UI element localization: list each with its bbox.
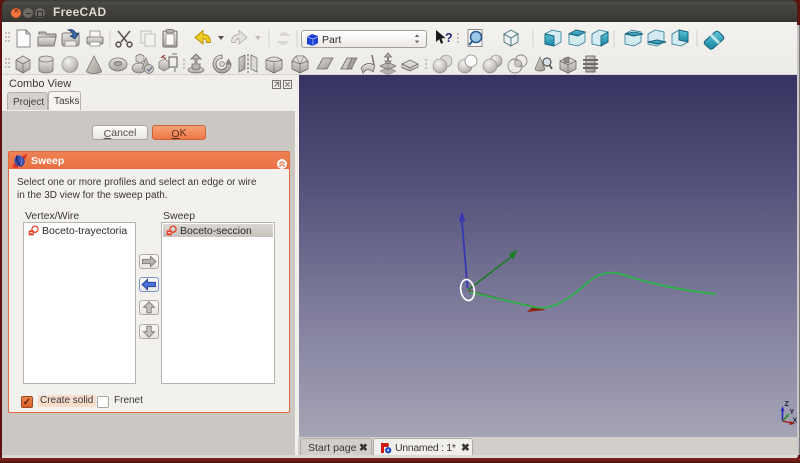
svg-text:?: ?: [445, 31, 453, 45]
svg-text:Y: Y: [790, 409, 795, 416]
svg-text:Z: Z: [785, 401, 790, 408]
